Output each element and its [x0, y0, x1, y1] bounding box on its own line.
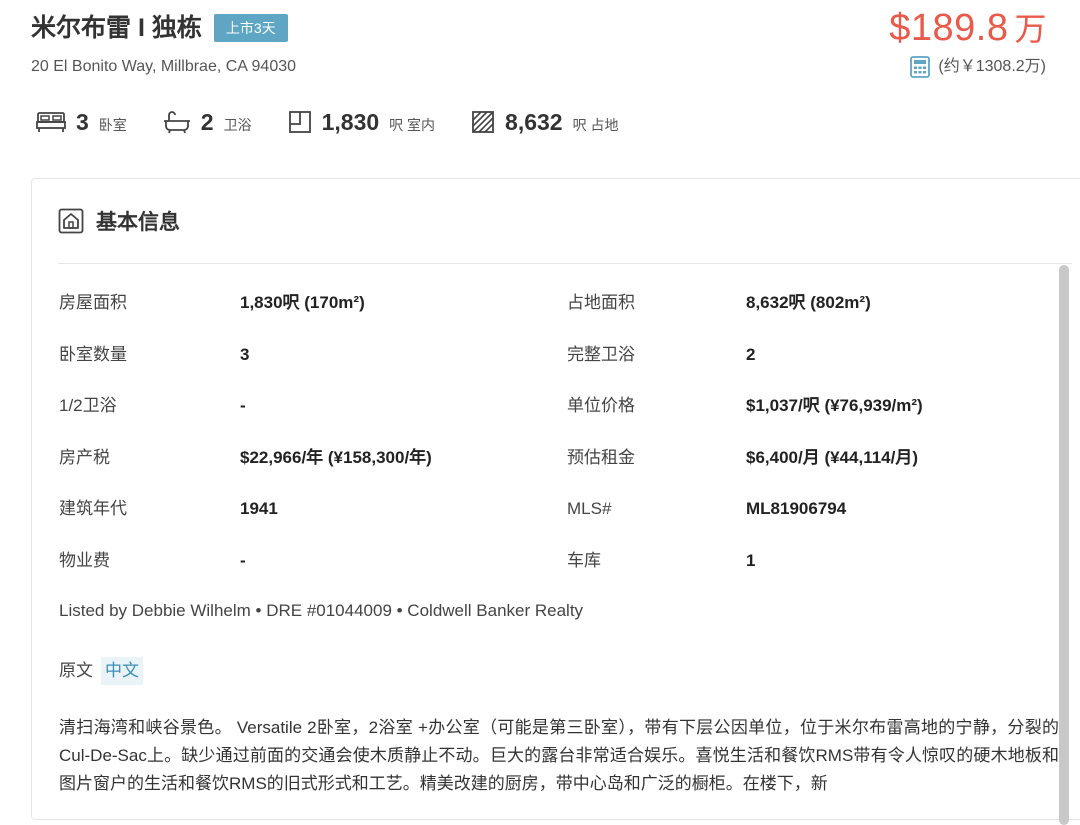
- price-converter[interactable]: (约￥1308.2万): [910, 56, 1046, 78]
- bathtub-icon: [163, 111, 190, 134]
- info-label: 车库: [567, 550, 601, 570]
- info-row: 物业费 - 车库 1: [59, 535, 1019, 587]
- price-unit: 万: [1014, 11, 1047, 47]
- info-row: 1/2卫浴 - 单位价格 $1,037/呎 (¥76,939/m²): [59, 380, 1019, 432]
- info-row: 卧室数量 3 完整卫浴 2: [59, 329, 1019, 381]
- info-value: $22,966/年 (¥158,300/年): [240, 447, 432, 467]
- info-label: 物业费: [59, 550, 110, 570]
- info-label: 预估租金: [567, 447, 635, 467]
- listing-title-text: 米尔布雷 I 独栋: [31, 14, 202, 42]
- lot-area-icon: [472, 111, 494, 133]
- property-stats: 3 卧室 2 卫浴 1,830 呎 室内 8,632 呎 占地: [36, 104, 655, 140]
- info-label: 单位价格: [567, 396, 635, 416]
- stat-unit: 呎 室内: [389, 117, 436, 133]
- listing-price: $189.8 万: [889, 6, 1047, 51]
- calculator-icon[interactable]: [910, 56, 931, 78]
- info-value: 1: [746, 550, 756, 570]
- basic-info-title: 基本信息: [96, 211, 180, 234]
- info-value: 1941: [240, 499, 278, 519]
- info-grid: 房屋面积 1,830呎 (170m²) 占地面积 8,632呎 (802m²) …: [59, 277, 1019, 587]
- info-row: 房屋面积 1,830呎 (170m²) 占地面积 8,632呎 (802m²): [59, 277, 1019, 329]
- basic-info-header: 基本信息: [58, 205, 180, 237]
- info-value: ML81906794: [746, 499, 847, 519]
- listing-title: 米尔布雷 I 独栋 上市3天: [31, 10, 288, 46]
- info-row: 房产税 $22,966/年 (¥158,300/年) 预估租金 $6,400/月…: [59, 432, 1019, 484]
- info-label: 占地面积: [567, 293, 635, 312]
- price-value: $189.8: [889, 7, 1009, 49]
- basic-info-card: 基本信息 房屋面积 1,830呎 (170m²) 占地面积 8,632呎 (80…: [31, 178, 1080, 825]
- stat-value: 2: [200, 108, 214, 135]
- listing-description: 清扫海湾和峡谷景色。 Versatile 2卧室，2浴室 +办公室（可能是第三卧…: [59, 718, 1059, 793]
- price-cny-text: (约￥1308.2万): [938, 58, 1046, 75]
- stat-bathrooms: 2 卫浴: [163, 109, 252, 136]
- info-value: 8,632呎 (802m²): [746, 293, 871, 312]
- bed-icon: [36, 112, 66, 132]
- stat-value: 3: [76, 108, 89, 135]
- info-label: MLS#: [567, 499, 612, 519]
- info-label: 完整卫浴: [567, 344, 635, 364]
- interior-area-icon: [288, 111, 311, 133]
- lang-original-tab[interactable]: 原文: [59, 657, 93, 685]
- info-value: 3: [240, 344, 250, 364]
- language-toggle: 原文 中文: [59, 657, 143, 685]
- stat-unit: 卧室: [98, 117, 127, 133]
- lang-chinese-tab[interactable]: 中文: [101, 657, 143, 685]
- info-value: -: [240, 396, 246, 416]
- header-divider: [58, 263, 1072, 264]
- stat-value: 1,830: [321, 108, 380, 135]
- stat-value: 8,632: [505, 108, 563, 135]
- info-value: $6,400/月 (¥44,114/月): [746, 447, 919, 467]
- info-value: -: [240, 550, 246, 570]
- house-icon: [58, 208, 84, 234]
- info-label: 卧室数量: [59, 344, 127, 364]
- stat-unit: 卫浴: [223, 117, 252, 133]
- stat-lot-area: 8,632 呎 占地: [471, 108, 619, 136]
- info-row: 建筑年代 1941 MLS# ML81906794: [59, 483, 1019, 535]
- info-label: 房屋面积: [59, 293, 127, 312]
- info-value: 1,830呎 (170m²): [240, 293, 365, 312]
- info-value: 2: [746, 344, 756, 364]
- scrollbar[interactable]: [1059, 265, 1069, 825]
- stat-unit: 呎 占地: [572, 117, 619, 133]
- stat-bedrooms: 3 卧室: [36, 109, 127, 136]
- listing-address: 20 El Bonito Way, Millbrae, CA 94030: [31, 58, 297, 75]
- info-value: $1,037/呎 (¥76,939/m²): [746, 396, 923, 416]
- info-label: 房产税: [59, 447, 110, 467]
- stat-interior-area: 1,830 呎 室内: [288, 109, 435, 136]
- listed-by: Listed by Debbie Wilhelm • DRE #01044009…: [59, 601, 584, 620]
- info-label: 1/2卫浴: [59, 396, 117, 416]
- days-on-market-badge: 上市3天: [213, 14, 288, 42]
- info-label: 建筑年代: [59, 499, 127, 519]
